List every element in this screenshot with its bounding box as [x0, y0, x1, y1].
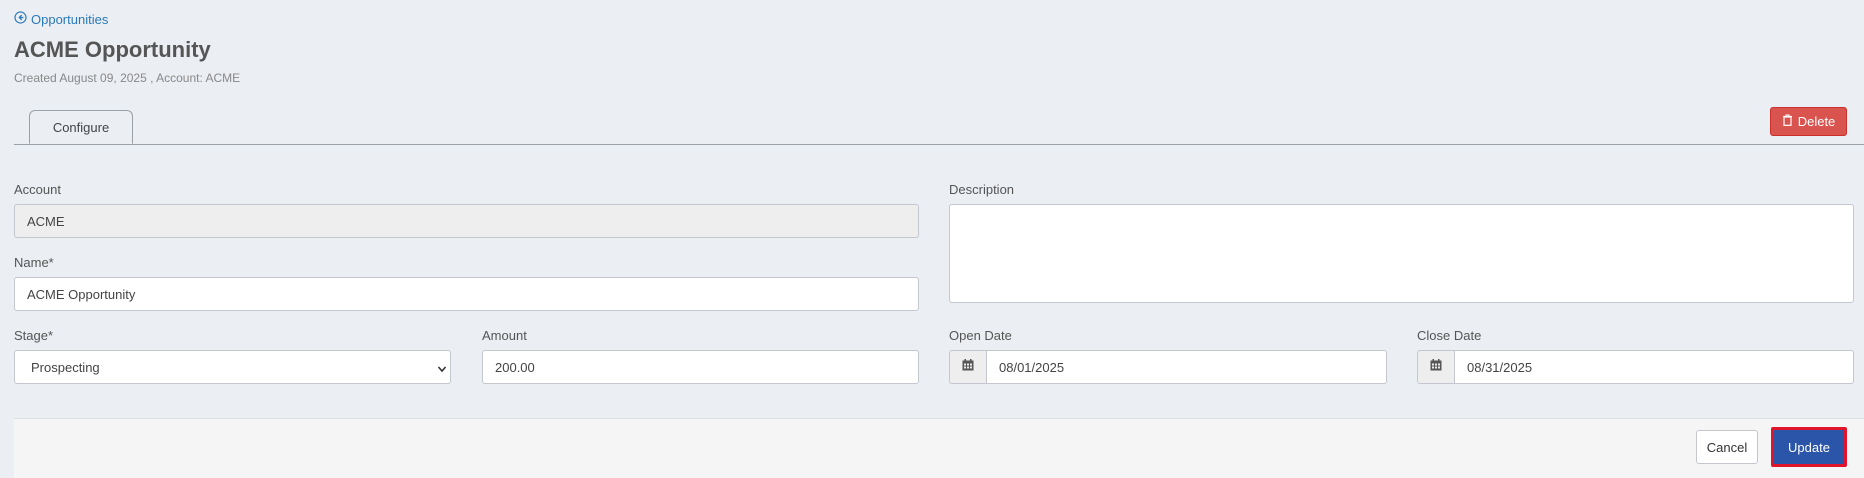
- close-date-value: 08/31/2025: [1467, 359, 1533, 375]
- arrow-circle-left-icon: [14, 11, 27, 27]
- account-field: ACME: [14, 204, 919, 238]
- page-title: ACME Opportunity: [14, 37, 211, 62]
- open-date-field[interactable]: 08/01/2025: [986, 350, 1387, 384]
- amount-label: Amount: [482, 328, 527, 343]
- name-label: Name*: [14, 255, 54, 270]
- stage-value: Prospecting: [31, 359, 100, 375]
- amount-value: 200.00: [495, 359, 535, 375]
- tab-configure[interactable]: Configure: [29, 110, 133, 144]
- description-textarea[interactable]: [949, 204, 1854, 303]
- close-date-label: Close Date: [1417, 328, 1482, 343]
- close-date-field[interactable]: 08/31/2025: [1454, 350, 1854, 384]
- trash-icon: [1782, 114, 1793, 129]
- cancel-button[interactable]: Cancel: [1696, 430, 1758, 464]
- description-label: Description: [949, 182, 1015, 197]
- update-label: Update: [1788, 439, 1830, 455]
- delete-button[interactable]: Delete: [1770, 107, 1847, 136]
- name-field[interactable]: ACME Opportunity: [14, 277, 919, 311]
- name-value: ACME Opportunity: [27, 286, 136, 302]
- tabs-divider: [14, 144, 1864, 145]
- calendar-icon: [1430, 358, 1442, 376]
- update-button[interactable]: Update: [1771, 427, 1847, 467]
- amount-field[interactable]: 200.00: [482, 350, 919, 384]
- delete-label: Delete: [1797, 114, 1836, 129]
- open-date-calendar-button[interactable]: [949, 350, 986, 384]
- open-date-label: Open Date: [949, 328, 1012, 343]
- tab-label: Configure: [52, 119, 110, 135]
- chevron-down-icon: [437, 362, 447, 373]
- open-date-value: 08/01/2025: [999, 359, 1065, 375]
- account-value: ACME: [27, 213, 65, 229]
- page-subtitle: Created August 09, 2025 , Account: ACME: [14, 71, 241, 85]
- breadcrumb-back-link[interactable]: Opportunities: [14, 11, 108, 27]
- stage-label: Stage*: [14, 328, 54, 343]
- close-date-calendar-button[interactable]: [1417, 350, 1454, 384]
- cancel-label: Cancel: [1706, 439, 1748, 455]
- breadcrumb-label: Opportunities: [31, 11, 109, 27]
- calendar-icon: [962, 358, 974, 376]
- stage-select[interactable]: Prospecting: [14, 350, 451, 384]
- form-footer: [14, 418, 1864, 478]
- account-label: Account: [14, 182, 61, 197]
